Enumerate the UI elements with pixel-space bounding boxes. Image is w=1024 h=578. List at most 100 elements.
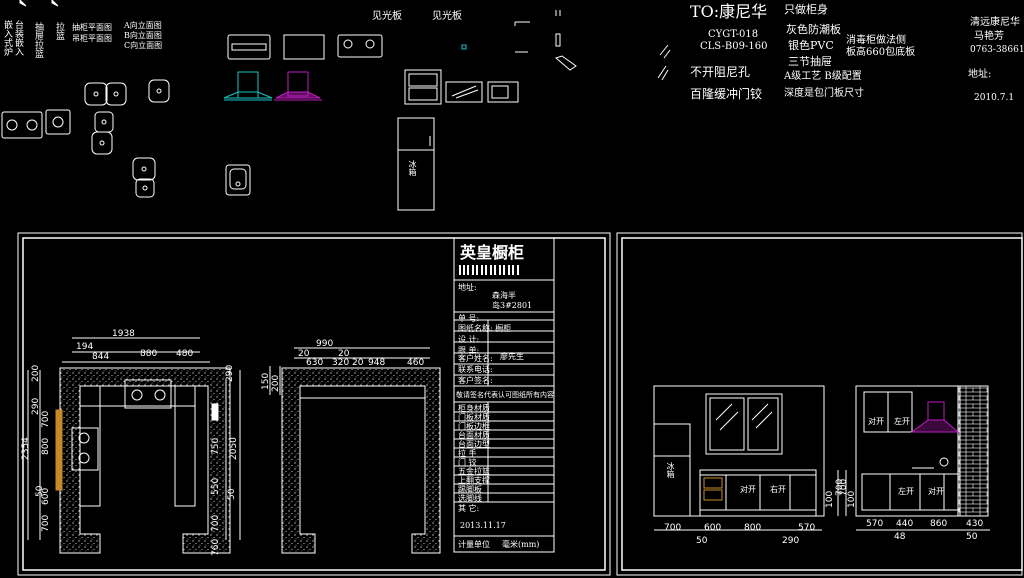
spec-8: 板高660包底板 [846, 47, 916, 58]
tb-unit-value: 毫米(mm) [502, 540, 540, 549]
dim-ea-1: 600 [704, 523, 722, 533]
elev-a-door-right: 右开 [770, 485, 786, 494]
toolbox-label-6b: B向立面图 [124, 31, 162, 40]
toolbox-label-5a: 抽柜平面图 [72, 23, 112, 32]
hob-symbols [1, 109, 71, 139]
dim-a-top-1: 194 [76, 342, 94, 352]
toolbox-label-4: 拉篮 [54, 22, 64, 40]
header-date: 2010.7.1 [974, 93, 1015, 103]
toolbox-label-3: 抽屉拉篮 [33, 22, 43, 58]
dim-a-left-2: 700 [41, 410, 51, 428]
dim-a-left-6: 600 [41, 487, 51, 505]
spec-5: A级工艺 B级配置 [784, 71, 862, 82]
dim-a-left-0: 200 [31, 364, 41, 382]
dim-a-top-3: 880 [140, 349, 158, 359]
header-note2: 百隆缓冲门铰 [690, 87, 763, 101]
dim-ea-side-0: 100 [825, 490, 835, 508]
dim-a-right-6: 700 [211, 514, 221, 532]
dim-a-right-0: 290 [225, 364, 235, 382]
dim-a-top-4: 480 [176, 349, 194, 359]
dim-a-right-7: 760 [211, 538, 221, 556]
elev-b-lower-right: 对开 [928, 487, 944, 496]
cad-drawing [1, 0, 1023, 576]
dim-b-top-4: 320 [332, 358, 350, 368]
header-to: TO:康尼华 [690, 2, 768, 21]
tb-remark: 其 它: [458, 504, 480, 513]
dim-b-left-0: 150 [261, 372, 271, 390]
dim-eb-3: 430 [966, 519, 984, 529]
dim-eb-2: 860 [930, 519, 948, 529]
spec-6: 深度是包门板尺寸 [784, 88, 864, 99]
dim-a-right-2: 750 [211, 437, 221, 455]
dim-b-top-3: 630 [306, 358, 324, 368]
panel-label-1: 见光板 [372, 11, 402, 22]
plan-a [27, 337, 241, 554]
cad-canvas[interactable]: { "toolbox": { "col1": "嵌入式炉", "col2": "… [0, 0, 1024, 578]
dim-b-top-0: 990 [316, 339, 334, 349]
dim-a-right-1: 700 [211, 402, 221, 420]
sheet-frame-left [17, 232, 611, 576]
dim-a-right-5: 50 [227, 488, 237, 500]
dim-a-right-3: 2050 [229, 437, 239, 460]
spec-2: 灰色防潮板 [786, 23, 841, 36]
dim-eb-5: 50 [966, 532, 978, 542]
tb-row-1: 图纸名称: 橱柜 [458, 324, 512, 333]
dim-b-top-6: 948 [368, 358, 386, 368]
tb-notice: 敬请签名代表认可图纸所有内容 [456, 391, 554, 399]
dim-ea-4: 50 [696, 536, 708, 546]
dim-ea-5: 290 [782, 536, 800, 546]
tb-row-6: 客户签名: [458, 376, 493, 385]
panel-label-2: 见光板 [432, 11, 462, 22]
tb-mat-10: 选脚线 [458, 494, 482, 503]
tb-row-4: 客户姓名: [458, 354, 493, 363]
toolbox-label-2: 台装嵌入 [13, 20, 23, 56]
elev-a-door-left: 对开 [740, 485, 756, 494]
dim-eb-side-0: 100 [847, 490, 857, 508]
dim-eb-4: 48 [894, 532, 906, 542]
dim-eb-1: 440 [896, 519, 914, 529]
dim-a-top-0: 1938 [112, 329, 135, 339]
fridge-label: 冰箱 [408, 160, 417, 176]
brand-title: 英皇橱柜 [460, 243, 525, 262]
dim-ea-3: 570 [798, 523, 816, 533]
client-name: 马艳芳 [974, 31, 1004, 42]
dim-b-top-5: 20 [352, 358, 364, 368]
dim-a-top-2: 844 [92, 352, 110, 362]
dim-b-top-7: 460 [407, 358, 425, 368]
tb-address-label: 地址: [458, 283, 477, 292]
header-note1: 不开阻尼孔 [690, 65, 751, 79]
dim-a-left-4: 2354 [21, 437, 31, 460]
toolbox-label-6c: C向立面图 [124, 41, 163, 50]
dim-b-left-1: 200 [271, 374, 281, 392]
spec-1: 只做柜身 [784, 3, 828, 16]
elev-b-upper-left: 对开 [868, 417, 884, 426]
tb-row-2: 设 计: [458, 335, 480, 344]
spec-4: 三节抽屉 [788, 55, 832, 68]
spec-7: 消毒柜做法侧 [846, 35, 906, 46]
toolbox-label-1: 嵌入式炉 [2, 20, 12, 56]
toolbox-label-5b: 吊柜平面图 [72, 34, 112, 43]
tb-row-5: 联系电话: [458, 365, 493, 374]
elevation-a [653, 385, 847, 531]
elev-b-lower-left: 左开 [898, 487, 914, 496]
dim-a-left-7: 700 [41, 514, 51, 532]
address-label: 地址: [968, 69, 992, 80]
dim-a-left-1: 290 [31, 397, 41, 415]
header-code1: CYGT-018 [708, 29, 759, 40]
tb-address-2: 岛3#2801 [492, 301, 533, 310]
spec-3: 银色PVC [788, 39, 834, 52]
elev-b-upper-right: 左开 [894, 417, 910, 426]
tb-date: 2013.11.17 [460, 521, 506, 530]
dim-eb-side-1: 700 [839, 478, 849, 496]
plan-b [269, 347, 441, 554]
tb-unit-label: 计量单位 [458, 540, 490, 549]
dim-ea-2: 800 [744, 523, 762, 533]
tb-customer-name: 廖先生 [500, 352, 524, 361]
dim-a-left-3: 800 [41, 437, 51, 455]
dim-ea-0: 700 [664, 523, 682, 533]
tb-address-1: 森海半 [492, 291, 516, 300]
client-phone: 0763-3866128 [970, 45, 1024, 55]
toolbox-label-6a: A向立面图 [124, 21, 162, 30]
dim-a-right-4: 550 [211, 477, 221, 495]
elevation-b [855, 385, 990, 531]
